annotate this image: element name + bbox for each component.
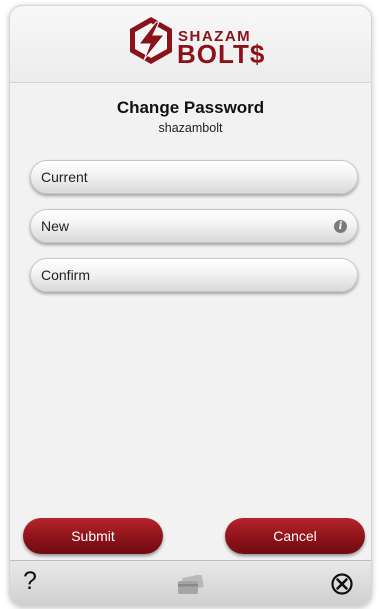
card-icon [178, 575, 204, 594]
username-label: shazambolt [158, 121, 223, 135]
app-header: SHAZAM BOLT$ [10, 6, 371, 83]
shazam-bolts-logo: SHAZAM BOLT$ [125, 14, 275, 72]
bottom-toolbar: ? [10, 560, 371, 606]
confirm-password-field[interactable] [30, 258, 358, 292]
info-icon[interactable]: i [334, 220, 347, 233]
title-block: Change Password shazambolt [10, 98, 371, 135]
page-title: Change Password [116, 98, 265, 117]
current-password-input[interactable] [31, 161, 357, 193]
bolt-hexagon-icon [130, 17, 172, 64]
help-icon[interactable]: ? [23, 567, 37, 596]
logo-text-bottom: BOLT$ [177, 39, 266, 69]
confirm-password-input[interactable] [31, 259, 357, 291]
new-password-input[interactable] [31, 210, 357, 242]
app-screen: SHAZAM BOLT$ Change Password shazambolt … [9, 5, 372, 607]
new-password-field[interactable]: i [30, 209, 358, 243]
cancel-button[interactable]: Cancel [225, 518, 365, 554]
current-password-field[interactable] [30, 160, 358, 194]
close-circle-icon[interactable] [330, 572, 354, 596]
submit-button[interactable]: Submit [23, 518, 163, 554]
